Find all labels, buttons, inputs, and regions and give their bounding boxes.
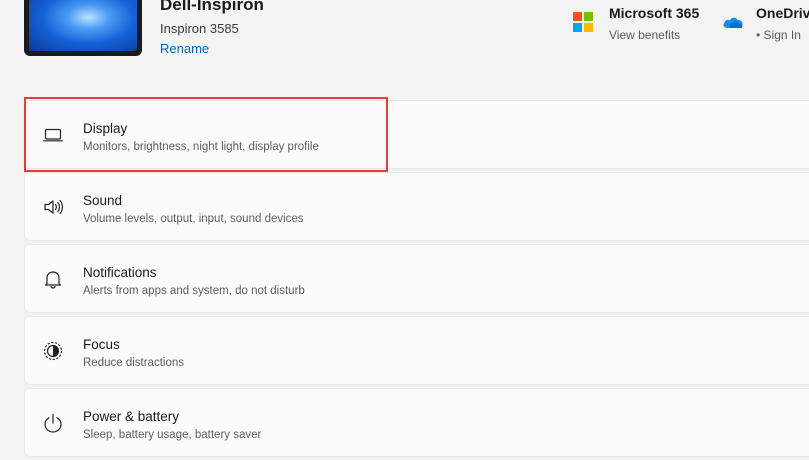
setting-title: Display xyxy=(83,121,128,136)
settings-list: Display Monitors, brightness, night ligh… xyxy=(24,100,809,460)
setting-description: Reduce distractions xyxy=(83,357,184,369)
setting-description: Alerts from apps and system, do not dist… xyxy=(83,285,305,297)
setting-title: Notifications xyxy=(83,265,157,280)
power-icon xyxy=(44,413,62,433)
setting-description: Sleep, battery usage, battery saver xyxy=(83,429,262,441)
microsoft365-subtitle: View benefits xyxy=(609,28,681,42)
setting-item-power-battery[interactable]: Power & battery Sleep, battery usage, ba… xyxy=(24,388,809,457)
setting-title: Focus xyxy=(83,337,120,352)
wallpaper-preview xyxy=(29,0,137,51)
device-name: Dell-Inspiron xyxy=(160,0,264,14)
setting-item-display[interactable]: Display Monitors, brightness, night ligh… xyxy=(24,100,809,169)
onedrive-subtitle: • Sign In xyxy=(756,28,801,42)
bell-icon xyxy=(44,271,62,289)
onedrive-card[interactable]: OneDriv • Sign In xyxy=(722,4,809,42)
rename-link[interactable]: Rename xyxy=(160,40,209,57)
setting-description: Monitors, brightness, night light, displ… xyxy=(83,141,319,153)
setting-item-notifications[interactable]: Notifications Alerts from apps and syste… xyxy=(24,244,809,313)
onedrive-cloud-icon xyxy=(723,17,743,28)
monitor-icon xyxy=(42,128,64,142)
setting-item-sound[interactable]: Sound Volume levels, output, input, soun… xyxy=(24,172,809,241)
speaker-icon xyxy=(44,199,63,215)
setting-description: Volume levels, output, input, sound devi… xyxy=(83,213,304,225)
device-model: Inspiron 3585 xyxy=(160,21,239,36)
device-info: Dell-Inspiron Inspiron 3585 Rename xyxy=(160,0,264,58)
onedrive-title: OneDriv xyxy=(756,5,809,21)
setting-title: Power & battery xyxy=(83,409,180,424)
device-thumbnail xyxy=(24,0,142,56)
microsoft-logo-icon xyxy=(573,12,593,32)
microsoft365-title: Microsoft 365 xyxy=(609,5,700,21)
setting-title: Sound xyxy=(83,193,123,208)
microsoft365-card[interactable]: Microsoft 365 View benefits xyxy=(573,4,699,42)
focus-icon xyxy=(43,341,63,361)
setting-item-focus[interactable]: Focus Reduce distractions xyxy=(24,316,809,385)
